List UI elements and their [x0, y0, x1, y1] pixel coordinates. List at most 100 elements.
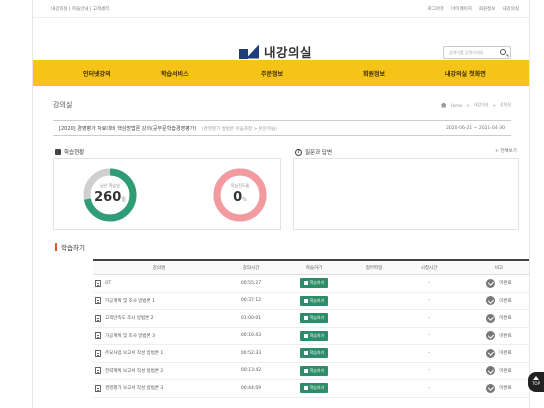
table-row: 고객만족도 조사 방법론 2 01:00:01 학습하기 - 미완료 — [93, 310, 529, 328]
play-icon — [303, 333, 308, 338]
lecture-name-cell[interactable]: 가공계획 및 조사 방법론 3 — [93, 332, 223, 340]
search-placeholder: 검색어를 입력하세요 — [449, 50, 484, 55]
qna-panel — [293, 158, 519, 230]
check-circle-icon — [486, 383, 496, 393]
topbar-link-mypage[interactable]: 마이페이지 — [451, 6, 472, 12]
lecture-name[interactable]: 고객만족도 조사 방법론 2 — [105, 315, 154, 321]
learn-button[interactable]: 학습하기 — [299, 365, 329, 376]
document-icon — [95, 349, 101, 357]
table-row: 주요사업 보고서 작성 방법론 1 00:52:33 학습하기 - 미완료 — [93, 345, 529, 363]
qna-heading-text: 질문과 답변 — [305, 150, 333, 156]
progress-rate-donut: 학습진도율 0% — [212, 167, 268, 223]
learn-cell: 학습하기 — [279, 278, 349, 289]
page-title: 강의실 — [53, 101, 73, 109]
lecture-time: 00:16:43 — [240, 333, 262, 339]
course-subtitle: (경영평가 방법론 학습과정 > 본문학습) — [201, 126, 277, 132]
course-title: [2020] 경영평가 자료대비 핵심방법론 강의(공부문학습경영평가) — [59, 125, 197, 132]
lecture-time: 00:55:27 — [240, 280, 262, 286]
learn-button[interactable]: 학습하기 — [299, 330, 329, 341]
status-badge: 미완료 — [499, 316, 512, 322]
play-icon — [303, 298, 308, 303]
learn-cell: 학습하기 — [279, 330, 349, 341]
watch-time: - — [428, 350, 430, 356]
lecture-name[interactable]: 주요사업 보고서 작성 방법론 1 — [105, 350, 163, 356]
search-input[interactable]: 검색어를 입력하세요 — [443, 46, 511, 59]
qna-more-link[interactable]: + 전체보기 — [495, 148, 517, 154]
nav-item-order-info[interactable]: 주문정보 — [261, 69, 283, 78]
page-frame: 내강의실 | 학습안내 | 고객센터 로그아웃 마이페이지 회원정보 내강의실 … — [32, 0, 530, 408]
document-icon — [95, 297, 101, 305]
learn-button[interactable]: 학습하기 — [299, 348, 329, 359]
play-icon — [303, 386, 308, 391]
lecture-table: 강의명 강의시간 학습하기 첨부파일 시청시간 비고 OT 00:55:27 학습하… — [93, 259, 529, 398]
site-header: 내강의실 검색어를 입력하세요 — [33, 18, 529, 60]
scroll-top-button[interactable]: TOP — [528, 372, 544, 392]
learn-button[interactable]: 학습하기 — [299, 383, 329, 394]
lecture-name-cell[interactable]: 가공계획 및 조사 방법론 1 — [93, 297, 223, 305]
status-badge: 미완료 — [499, 333, 512, 339]
scroll-top-label: TOP — [531, 381, 540, 386]
chart-icon — [55, 149, 61, 155]
watch-time: - — [428, 333, 430, 339]
lecture-name-cell[interactable]: 전략계획 보고서 작성 방법론 2 — [93, 367, 223, 375]
table-header: 강의명 강의시간 학습하기 첨부파일 시청시간 비고 — [93, 261, 529, 275]
progress-rate-label: 학습진도율 — [230, 183, 250, 188]
topbar-link-member[interactable]: 회원정보 — [479, 6, 496, 12]
main-nav: 인터넷강의 학습서비스 주문정보 회원정보 내강의실 첫화면 — [33, 60, 529, 86]
nav-item-online-lecture[interactable]: 인터넷강의 — [83, 69, 111, 78]
breadcrumb: Home > 내강의실 > 강의실 — [440, 102, 511, 108]
lecture-time: 00:13:42 — [240, 368, 262, 374]
lecture-name-cell[interactable]: OT — [93, 279, 223, 287]
learn-button[interactable]: 학습하기 — [299, 295, 329, 306]
note-cell: 미완료 — [459, 278, 529, 288]
nav-item-learning-service[interactable]: 학습서비스 — [161, 69, 189, 78]
site-logo[interactable]: 내강의실 — [239, 42, 312, 61]
question-icon: ? — [295, 148, 302, 156]
learn-button[interactable]: 학습하기 — [299, 278, 329, 289]
document-icon — [95, 332, 101, 340]
topbar-link-logout[interactable]: 로그아웃 — [428, 6, 445, 12]
learn-button-label: 학습하기 — [309, 367, 325, 373]
learn-button[interactable]: 학습하기 — [299, 313, 329, 324]
document-icon — [95, 384, 101, 392]
remaining-days-label: 남은 학습일 — [100, 183, 120, 188]
check-circle-icon — [486, 366, 496, 376]
lecture-name-cell[interactable]: 경영평가 보고서 작성 방법론 3 — [93, 384, 223, 392]
watch-time: - — [428, 280, 430, 286]
status-badge: 미완료 — [499, 386, 512, 392]
document-icon — [95, 367, 101, 375]
col-header-attachment: 첨부파일 — [365, 265, 383, 271]
col-header-note: 비고 — [494, 265, 504, 271]
breadcrumb-classroom[interactable]: 내강의실 — [474, 102, 489, 108]
play-icon — [303, 351, 308, 356]
lecture-name[interactable]: 가공계획 및 조사 방법론 1 — [105, 298, 155, 304]
lecture-name-cell[interactable]: 고객만족도 조사 방법론 2 — [93, 314, 223, 322]
check-circle-icon — [486, 296, 496, 306]
breadcrumb-home[interactable]: Home — [451, 103, 463, 108]
qna-heading: ? 질문과 답변 — [295, 148, 332, 156]
lecture-name[interactable]: 전략계획 보고서 작성 방법론 2 — [105, 368, 163, 374]
lecture-time: 00:44:09 — [240, 385, 262, 391]
col-header-lecture: 강의명 — [152, 265, 166, 271]
nav-item-classroom-home[interactable]: 내강의실 첫화면 — [445, 69, 486, 78]
learn-cell: 학습하기 — [279, 295, 349, 306]
lecture-name-cell[interactable]: 주요사업 보고서 작성 방법론 1 — [93, 349, 223, 357]
top-utility-bar: 내강의실 | 학습안내 | 고객센터 로그아웃 마이페이지 회원정보 내강의실 — [33, 0, 529, 18]
play-icon — [303, 281, 308, 286]
topbar-left-text: 내강의실 | 학습안내 | 고객센터 — [51, 6, 110, 12]
document-icon — [95, 314, 101, 322]
learn-heading-text: 학습하기 — [61, 244, 85, 252]
col-header-time: 강의시간 — [242, 265, 260, 271]
learn-heading: 학습하기 — [55, 242, 85, 252]
note-cell: 미완료 — [459, 296, 529, 306]
nav-item-member-info[interactable]: 회원정보 — [363, 69, 385, 78]
status-badge: 미완료 — [499, 351, 512, 357]
check-circle-icon — [486, 331, 496, 341]
lecture-name[interactable]: 가공계획 및 조사 방법론 3 — [105, 333, 155, 339]
topbar-link-classroom[interactable]: 내강의실 — [502, 6, 519, 12]
lecture-name[interactable]: 경영평가 보고서 작성 방법론 3 — [105, 385, 163, 391]
note-cell: 미완료 — [459, 383, 529, 393]
lecture-name[interactable]: OT — [105, 281, 111, 286]
learn-cell: 학습하기 — [279, 365, 349, 376]
search-icon[interactable] — [500, 49, 506, 55]
